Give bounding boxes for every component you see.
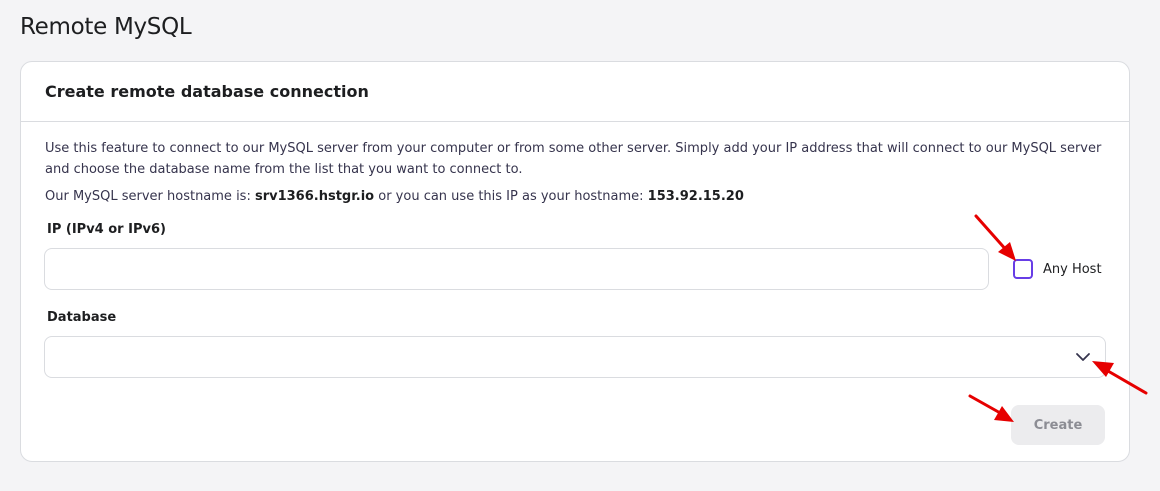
card-body: Use this feature to connect to our MySQL…: [21, 122, 1129, 207]
page-title: Remote MySQL: [20, 14, 192, 40]
host-ip-value: 153.92.15.20: [647, 189, 744, 204]
annotation-arrow-dropdown: [1092, 361, 1148, 395]
description-text: Use this feature to connect to our MySQL…: [45, 141, 1102, 177]
annotation-arrow-checkbox: [974, 214, 1016, 261]
remote-db-card: Create remote database connection Use th…: [20, 61, 1130, 462]
card-header: Create remote database connection: [21, 62, 1129, 122]
annotation-arrow-create: [968, 394, 1014, 422]
card-title: Create remote database connection: [45, 82, 369, 101]
database-select[interactable]: [44, 336, 1106, 378]
hostname-value: srv1366.hstgr.io: [254, 189, 375, 204]
hostname-middle: or you can use this IP as your hostname:: [374, 189, 648, 204]
hostname-info: Our MySQL server hostname is: srv1366.hs…: [45, 186, 1105, 207]
any-host-option[interactable]: Any Host: [1013, 259, 1102, 279]
ip-label: IP (IPv4 or IPv6): [47, 222, 166, 237]
hostname-prefix: Our MySQL server hostname is:: [45, 189, 255, 204]
ip-input[interactable]: [44, 248, 989, 290]
database-label: Database: [47, 310, 117, 325]
create-button[interactable]: Create: [1011, 405, 1105, 445]
any-host-label[interactable]: Any Host: [1043, 262, 1102, 277]
